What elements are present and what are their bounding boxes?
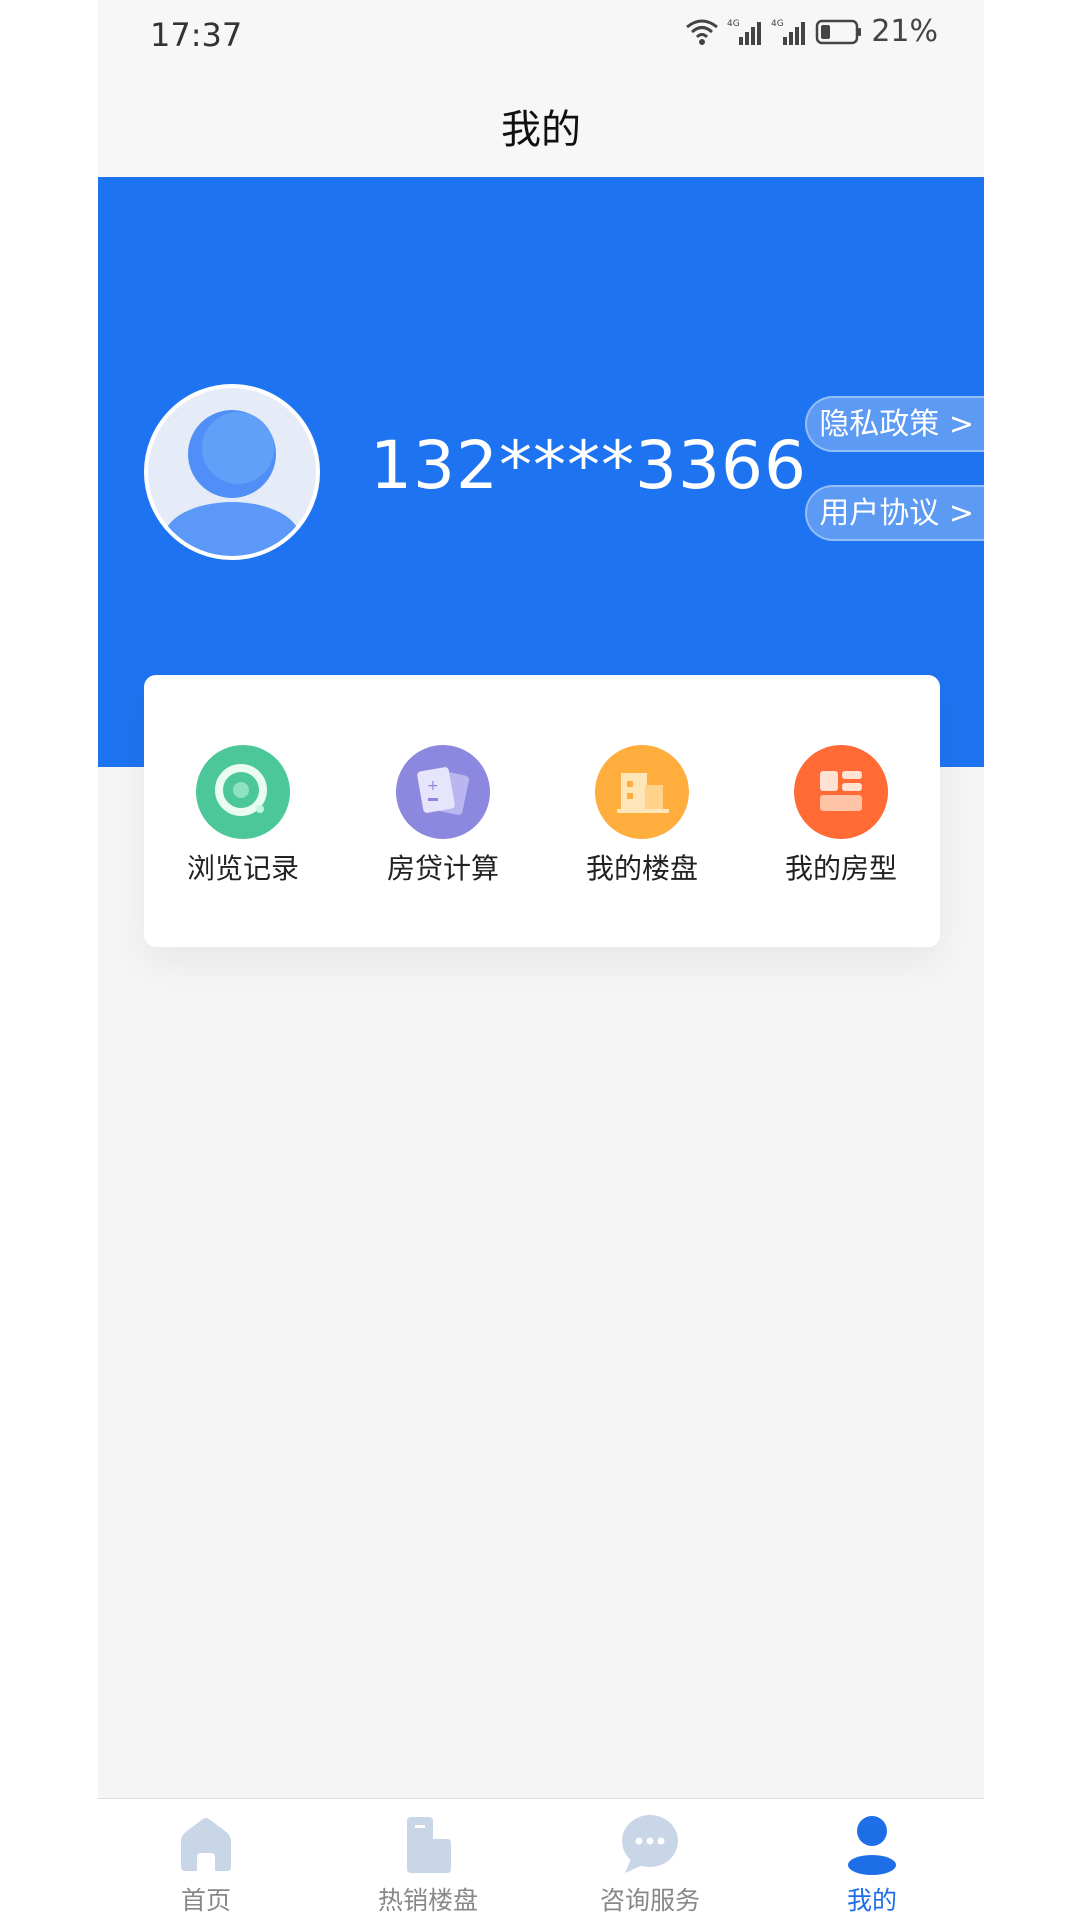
avatar-figure (164, 410, 300, 556)
floorplan-icon (794, 745, 888, 839)
svg-text:+: + (427, 778, 439, 794)
battery-percent: 21% (871, 14, 938, 49)
user-phone: 132****3366 (370, 427, 807, 504)
building-icon (595, 745, 689, 839)
feature-my-properties[interactable]: 我的楼盘 (557, 745, 727, 887)
calculator-icon: + (396, 745, 490, 839)
wifi-icon (686, 19, 719, 45)
signal-icon: 4G (727, 19, 762, 45)
tab-label: 热销楼盘 (377, 1886, 478, 1915)
property-icon (407, 1817, 451, 1873)
tab-label: 首页 (180, 1886, 231, 1915)
feature-label: 浏览记录 (186, 852, 299, 885)
feature-label: 我的楼盘 (585, 852, 698, 885)
feature-my-floorplans[interactable]: 我的房型 (756, 745, 926, 887)
network-label-2: 4G (771, 19, 784, 29)
signal-icon-2: 4G (771, 19, 806, 45)
feature-card: 浏览记录 + 房贷计算 我的楼盘 我的房型 (144, 675, 940, 947)
status-time: 17:37 (150, 16, 243, 54)
feature-label: 房贷计算 (386, 852, 499, 885)
tab-label: 我的 (846, 1886, 897, 1915)
user-agreement-link[interactable]: 用户协议 > (805, 485, 984, 541)
tab-hot-properties[interactable]: 热销楼盘 (338, 1811, 518, 1917)
nav-bar: 我的 (98, 74, 984, 177)
network-label-1: 4G (727, 19, 740, 29)
tab-label: 咨询服务 (599, 1886, 700, 1915)
tab-home[interactable]: 首页 (116, 1811, 296, 1917)
bottom-tab-bar: 首页 热销楼盘 咨询服务 我的 (98, 1798, 984, 1920)
phone-screen: 17:37 4G 4G 21% 我的 132****3366 隐私政策 > 用户… (98, 0, 984, 1920)
status-icons: 4G 4G 21% (685, 14, 938, 49)
page-title: 我的 (501, 106, 581, 153)
status-bar: 17:37 4G 4G 21% (98, 0, 984, 74)
home-icon (181, 1818, 231, 1871)
battery-icon (816, 19, 862, 44)
browse-history-icon (196, 745, 290, 839)
feature-browse-history[interactable]: 浏览记录 (158, 745, 328, 887)
feature-label: 我的房型 (784, 852, 897, 885)
user-avatar-icon[interactable] (144, 384, 320, 560)
privacy-policy-link[interactable]: 隐私政策 > (805, 396, 984, 452)
tab-mine[interactable]: 我的 (782, 1811, 962, 1917)
user-icon (848, 1816, 896, 1875)
chat-icon (622, 1815, 678, 1873)
feature-mortgage-calculator[interactable]: + 房贷计算 (358, 745, 528, 887)
tab-consulting[interactable]: 咨询服务 (560, 1811, 740, 1917)
